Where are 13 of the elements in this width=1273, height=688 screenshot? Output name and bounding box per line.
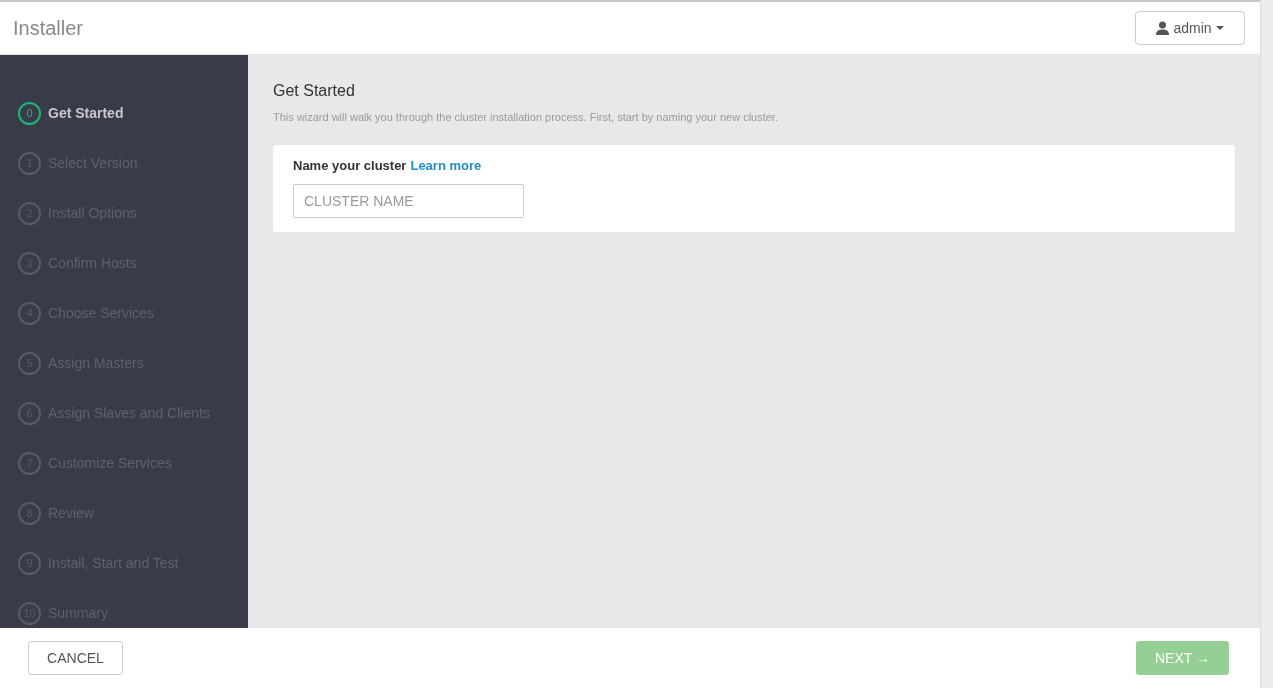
app-title: Installer bbox=[13, 16, 84, 41]
step-label: Get Started bbox=[48, 103, 124, 123]
caret-icon bbox=[1215, 26, 1224, 30]
cluster-name-field[interactable]: CLUSTER NAME bbox=[293, 184, 524, 218]
page-description: This wizard will walk you through the cluster installation process. First, start by naming your new cluster. bbox=[273, 110, 779, 125]
user-icon bbox=[1156, 21, 1170, 35]
learn-more-link[interactable]: Learn more bbox=[410, 155, 482, 175]
step-number: 0 bbox=[18, 101, 41, 125]
cancel-button[interactable]: CANCEL bbox=[28, 641, 123, 675]
wizard-step[interactable]: 0 Get Started bbox=[18, 88, 248, 138]
field-label: Name your cluster bbox=[293, 156, 407, 175]
user-menu-button[interactable]: admin bbox=[1135, 11, 1245, 45]
page-heading: Get Started bbox=[273, 81, 356, 101]
